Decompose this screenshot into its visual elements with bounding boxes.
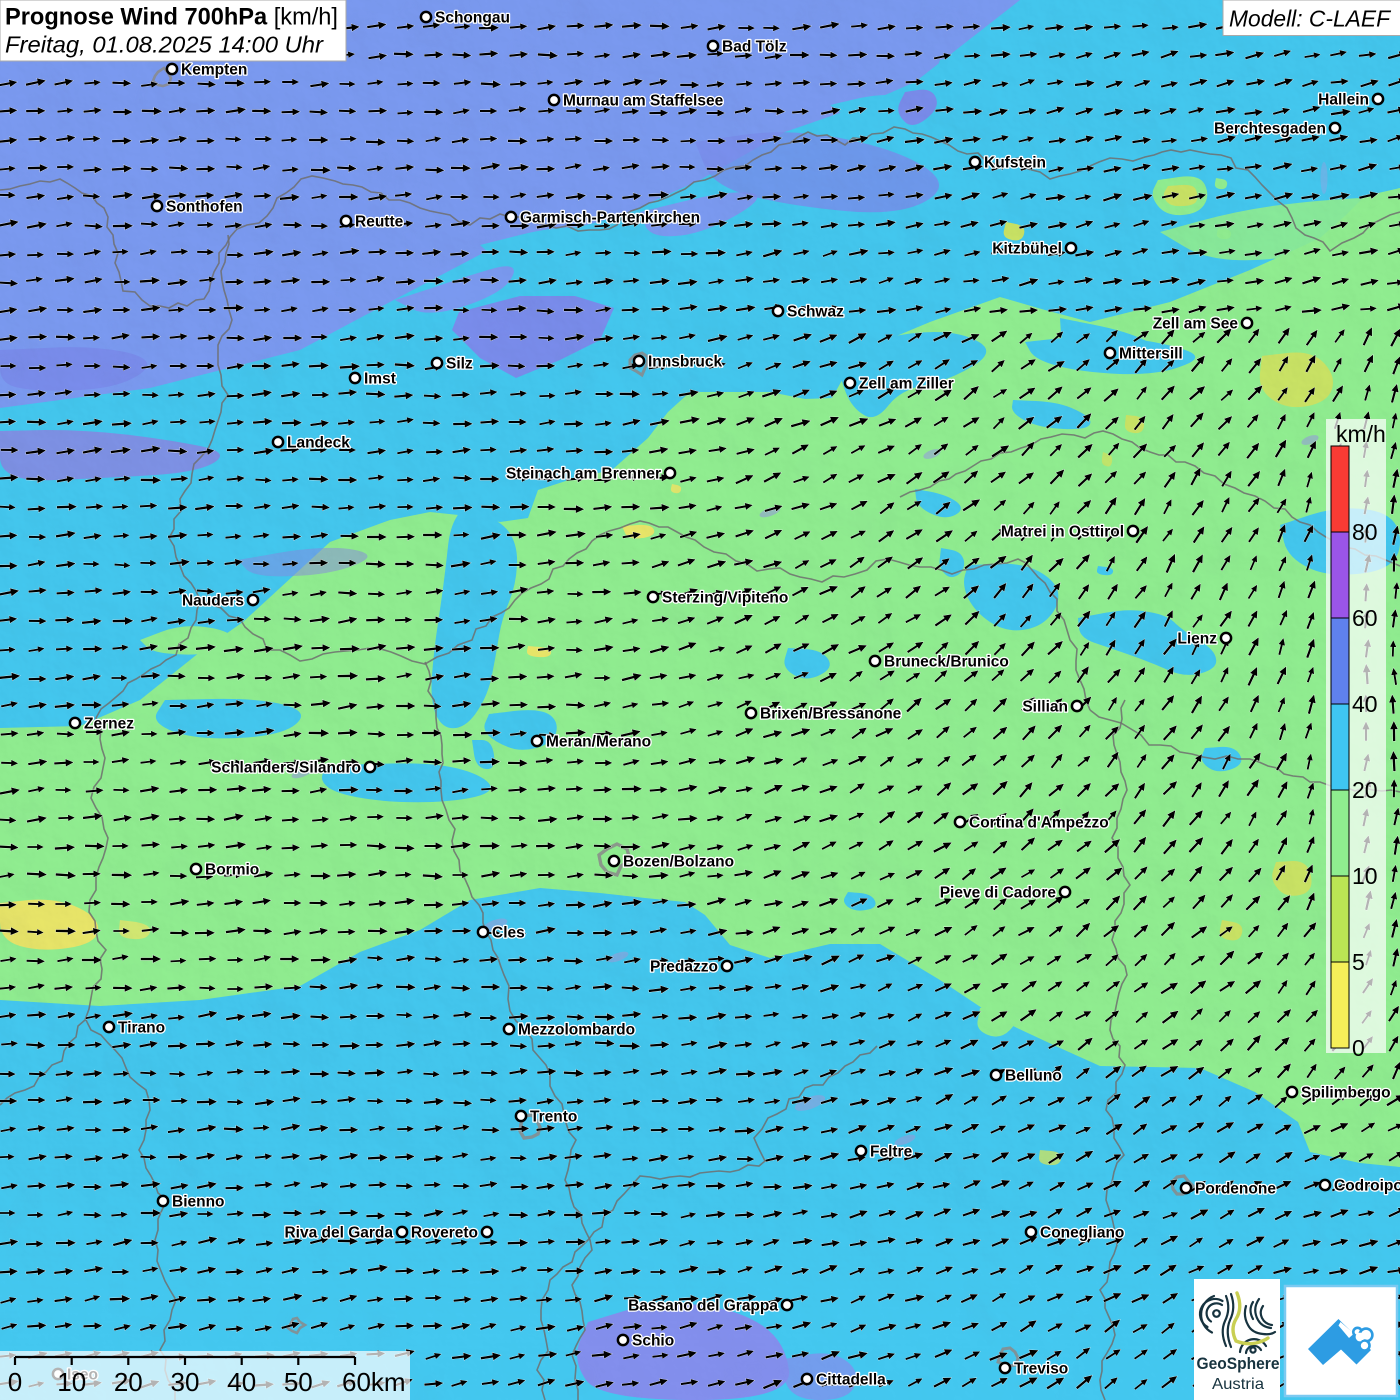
svg-text:Conegliano: Conegliano xyxy=(1040,1225,1124,1242)
svg-text:Cittadella: Cittadella xyxy=(816,1372,886,1389)
svg-text:Tirano: Tirano xyxy=(118,1020,165,1037)
svg-text:Spilimbergo: Spilimbergo xyxy=(1301,1085,1391,1102)
svg-text:40: 40 xyxy=(227,1367,256,1397)
svg-text:Predazzo: Predazzo xyxy=(650,959,718,976)
svg-text:Austria: Austria xyxy=(1212,1376,1264,1393)
svg-text:Riva del Garda: Riva del Garda xyxy=(284,1225,393,1242)
svg-text:60: 60 xyxy=(1352,605,1378,631)
svg-text:Cles: Cles xyxy=(492,925,525,942)
svg-text:Schio: Schio xyxy=(632,1333,674,1350)
svg-text:Bruneck/Brunico: Bruneck/Brunico xyxy=(884,654,1009,671)
svg-text:GeoSphere: GeoSphere xyxy=(1197,1354,1280,1373)
svg-text:Hallein: Hallein xyxy=(1318,92,1369,109)
svg-text:Cortina d'Ampezzo: Cortina d'Ampezzo xyxy=(969,815,1109,832)
svg-text:Codroipo: Codroipo xyxy=(1334,1178,1400,1195)
svg-text:Kempten: Kempten xyxy=(181,62,247,79)
svg-text:Kufstein: Kufstein xyxy=(984,155,1046,172)
svg-text:Schlanders/Silandro: Schlanders/Silandro xyxy=(211,760,361,777)
svg-text:Steinach am Brenner: Steinach am Brenner xyxy=(506,466,661,483)
svg-text:Berchtesgaden: Berchtesgaden xyxy=(1214,121,1326,138)
svg-text:Reutte: Reutte xyxy=(355,214,404,231)
svg-text:Sonthofen: Sonthofen xyxy=(166,199,243,216)
svg-text:Rovereto: Rovereto xyxy=(411,1225,478,1242)
svg-text:0: 0 xyxy=(1352,1035,1365,1061)
svg-text:Treviso: Treviso xyxy=(1014,1361,1068,1378)
svg-text:Modell: C-LAEF: Modell: C-LAEF xyxy=(1229,6,1392,32)
svg-text:Zell am Ziller: Zell am Ziller xyxy=(859,376,954,393)
svg-text:Imst: Imst xyxy=(364,371,396,388)
svg-text:Lienz: Lienz xyxy=(1177,631,1217,648)
svg-text:Bienno: Bienno xyxy=(172,1194,225,1211)
svg-text:Mezzolombardo: Mezzolombardo xyxy=(518,1022,635,1039)
svg-text:Pieve di Cadore: Pieve di Cadore xyxy=(940,885,1057,902)
svg-text:Matrei in Osttirol: Matrei in Osttirol xyxy=(1001,524,1124,541)
svg-text:Trento: Trento xyxy=(530,1109,577,1126)
svg-text:10: 10 xyxy=(57,1367,86,1397)
svg-text:Bormio: Bormio xyxy=(205,862,259,879)
svg-text:20: 20 xyxy=(1352,777,1378,803)
svg-text:Schongau: Schongau xyxy=(435,10,510,27)
svg-text:Feltre: Feltre xyxy=(870,1144,913,1161)
svg-text:Landeck: Landeck xyxy=(287,435,350,452)
svg-text:Garmisch-Partenkirchen: Garmisch-Partenkirchen xyxy=(520,210,700,227)
svg-text:10: 10 xyxy=(1352,863,1378,889)
svg-text:Mittersill: Mittersill xyxy=(1119,346,1183,363)
svg-text:Pordenone: Pordenone xyxy=(1195,1181,1276,1198)
svg-text:60km: 60km xyxy=(342,1367,406,1397)
svg-text:km/h: km/h xyxy=(1336,421,1386,447)
svg-text:Innsbruck: Innsbruck xyxy=(648,354,722,371)
svg-text:Bozen/Bolzano: Bozen/Bolzano xyxy=(623,854,734,871)
svg-text:40: 40 xyxy=(1352,691,1378,717)
svg-text:Zernez: Zernez xyxy=(84,716,134,733)
svg-text:5: 5 xyxy=(1352,949,1365,975)
svg-text:Nauders: Nauders xyxy=(182,593,244,610)
svg-text:Freitag, 01.08.2025 14:00 Uhr: Freitag, 01.08.2025 14:00 Uhr xyxy=(5,32,324,58)
svg-text:30: 30 xyxy=(171,1367,200,1397)
svg-text:Silz: Silz xyxy=(446,356,473,373)
svg-text:Zell am See: Zell am See xyxy=(1153,316,1239,333)
svg-text:Belluno: Belluno xyxy=(1005,1068,1062,1085)
svg-text:Bassano del Grappa: Bassano del Grappa xyxy=(628,1298,778,1315)
svg-text:Sillian: Sillian xyxy=(1022,699,1068,716)
svg-text:Meran/Merano: Meran/Merano xyxy=(546,734,651,751)
svg-text:Bad Tölz: Bad Tölz xyxy=(722,39,787,56)
svg-text:Sterzing/Vipiteno: Sterzing/Vipiteno xyxy=(662,590,788,607)
svg-text:Murnau am Staffelsee: Murnau am Staffelsee xyxy=(563,93,724,110)
svg-text:Prognose Wind 700hPa [km/h]: Prognose Wind 700hPa [km/h] xyxy=(5,4,338,31)
svg-text:80: 80 xyxy=(1352,519,1378,545)
svg-text:0: 0 xyxy=(8,1367,22,1397)
svg-text:Schwaz: Schwaz xyxy=(787,304,844,321)
svg-text:50: 50 xyxy=(284,1367,313,1397)
svg-text:Kitzbühel: Kitzbühel xyxy=(992,241,1062,258)
svg-text:Brixen/Bressanone: Brixen/Bressanone xyxy=(760,706,902,723)
svg-text:20: 20 xyxy=(114,1367,143,1397)
